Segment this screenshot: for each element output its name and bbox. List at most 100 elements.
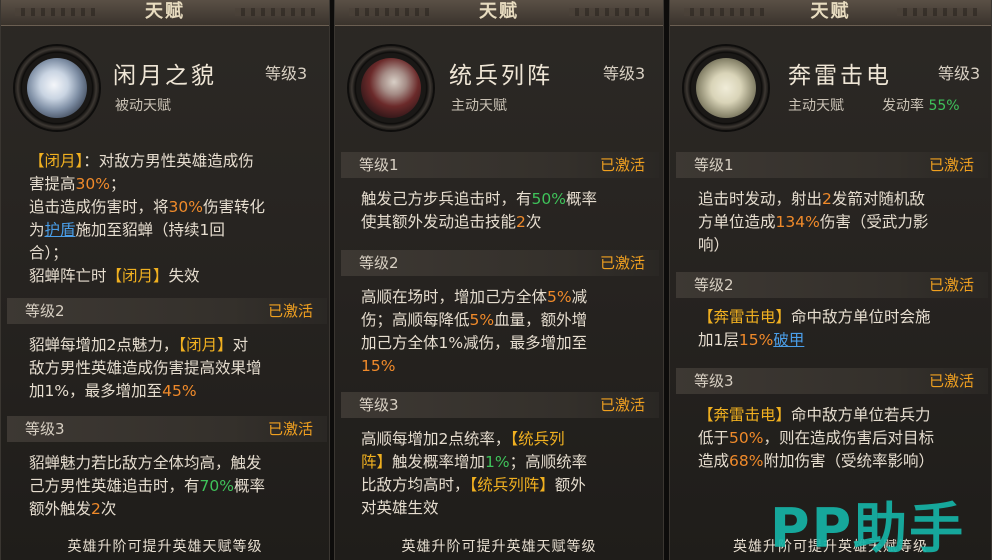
text-segment: 附加伤害（受统率影响） — [763, 452, 934, 470]
text-segment: 【奔雷击电】 — [698, 406, 792, 424]
level-1-description: 追击时发动，射出2发箭对随机敌 方单位造成134%伤害（受武力影 响） — [698, 188, 988, 257]
level-label: 等级2 — [694, 276, 734, 294]
text-segment: 加1%，最多增加至 — [29, 382, 163, 400]
level-3-description: 【奔雷击电】命中敌方单位若兵力 低于50%，则在造成伤害后对目标 造成68%附加伤害… — [698, 404, 988, 473]
text-line: 阵】触发概率增加1%；高顺统率 — [361, 451, 659, 474]
text-segment: 追击造成伤害时，将 — [29, 198, 169, 216]
skill-level: 等级3 — [603, 64, 646, 83]
text-segment: ；高顺统率 — [509, 453, 588, 471]
text-segment: 5% — [469, 311, 495, 329]
level-3-description: 貂蝉魅力若比敌方全体均高，触发 己方男性英雄追击时，有70%概率 额外触发2次 — [29, 452, 325, 521]
text-line: 加1%，最多增加至45% — [29, 380, 325, 403]
text-segment: 30% — [75, 175, 110, 193]
trigger-rate-label: 发动率 — [882, 98, 924, 114]
level-2-description: 高顺在场时，增加己方全体5%减 伤；高顺每降低5%血量，额外增 加己方全体1%减伤，… — [361, 286, 659, 378]
text-segment: 高顺在场时，增加己方全体 — [361, 288, 548, 306]
level-status: 已激活 — [599, 396, 645, 414]
text-segment: 次 — [100, 500, 117, 518]
level-label: 等级2 — [25, 302, 65, 320]
text-line: 高顺在场时，增加己方全体5%减 — [361, 286, 659, 309]
moon-icon — [27, 58, 87, 118]
level-label: 等级2 — [359, 254, 399, 272]
level-row-2: 等级2 已激活 — [7, 298, 327, 324]
text-segment: 伤；高顺每降低 — [361, 311, 470, 329]
text-segment: 响） — [698, 236, 730, 254]
text-segment: 15% — [361, 357, 396, 375]
level-label: 等级3 — [25, 420, 65, 438]
text-segment: 触发概率增加 — [392, 453, 486, 471]
moon-skill-icon — [15, 46, 99, 130]
text-segment: 68% — [729, 452, 764, 470]
panel-title-bar: 天赋 — [1, 0, 329, 26]
text-segment: 己方男性英雄追击时，有 — [29, 477, 200, 495]
skill-level: 等级3 — [938, 64, 981, 83]
text-segment: 貂蝉阵亡时 — [29, 267, 107, 285]
keyword-link[interactable]: 护盾 — [45, 221, 76, 239]
text-segment: 2 — [822, 190, 832, 208]
trigger-rate: 发动率 55% — [882, 95, 960, 115]
text-segment: 貂蝉魅力若比敌方全体均高，触发 — [29, 454, 262, 472]
level-label: 等级1 — [359, 156, 399, 174]
warrior-icon — [361, 58, 421, 118]
text-line: 合）； — [29, 242, 319, 265]
text-segment: 追击时发动，射出 — [698, 190, 823, 208]
text-segment: 【闭月】 — [178, 336, 233, 354]
level-row-2: 等级2 已激活 — [341, 250, 659, 276]
text-line: 高顺每增加2点统率，【统兵列 — [361, 428, 659, 451]
crossbow-icon — [696, 58, 756, 118]
skill-name: 奔雷击电 — [788, 63, 892, 89]
text-segment: 30% — [168, 198, 203, 216]
text-segment: 命中敌方单位时会施 — [791, 308, 931, 326]
talent-panel-2: 天赋 统兵列阵 等级3 主动天赋 等级1 已激活 触发己方步兵追击时，有50%概… — [334, 0, 664, 560]
text-segment: 5% — [547, 288, 572, 306]
text-segment: 伤害转化 — [202, 198, 265, 216]
text-segment: 次 — [525, 213, 542, 231]
text-segment: 命中敌方单位若兵力 — [791, 406, 931, 424]
skill-description: 【闭月】：对敌方男性英雄造成伤 害提高30%； 追击造成伤害时，将30%伤害转化 为护… — [29, 150, 319, 288]
skill-type: 被动天赋 — [115, 98, 171, 114]
level-2-description: 貂蝉每增加2点魅力，【闭月】对 敌方男性英雄造成伤害提高效果增 加1%，最多增加至4… — [29, 334, 325, 403]
skill-name: 闲月之貌 — [113, 63, 217, 89]
level-3-description: 高顺每增加2点统率，【统兵列 阵】触发概率增加1%；高顺统率 比敌方均高时，【统兵列… — [361, 428, 659, 520]
text-segment: 加1层 — [698, 331, 739, 349]
text-line: 【闭月】：对敌方男性英雄造成伤 — [29, 150, 319, 173]
text-line: 为护盾施加至貂蝉（持续1回 — [29, 219, 319, 242]
text-line: 低于50%，则在造成伤害后对目标 — [698, 427, 988, 450]
level-status: 已激活 — [928, 276, 974, 294]
panel-title-bar: 天赋 — [670, 0, 991, 26]
text-segment: 伤害（受武力影 — [819, 213, 929, 231]
text-line: 方单位造成134%伤害（受武力影 — [698, 211, 988, 234]
level-label: 等级3 — [359, 396, 399, 414]
level-status: 已激活 — [928, 156, 974, 174]
text-segment: 50% — [729, 429, 764, 447]
upgrade-hint: 英雄升阶可提升英雄天赋等级 — [67, 539, 263, 555]
text-segment: 【闭月】 — [29, 152, 84, 170]
level-2-description: 【奔雷击电】命中敌方单位时会施 加1层15%破甲 — [698, 306, 988, 352]
panel-title: 天赋 — [145, 1, 185, 22]
text-line: 伤；高顺每降低5%血量，额外增 — [361, 309, 659, 332]
level-1-description: 触发己方步兵追击时，有50%概率 使其额外发动追击技能2次 — [361, 188, 659, 234]
keyword-link[interactable]: 破甲 — [773, 331, 804, 349]
text-segment: 额外触发 — [29, 500, 92, 518]
text-segment: 貂蝉每增加2点魅力， — [29, 336, 179, 354]
text-line: 【奔雷击电】命中敌方单位时会施 — [698, 306, 988, 329]
text-segment: 2 — [516, 213, 526, 231]
text-segment: 施加至貂蝉（持续1回 — [75, 221, 225, 239]
level-row-3: 等级3 已激活 — [7, 416, 327, 442]
talent-panel-3: 天赋 奔雷击电 等级3 主动天赋 发动率 55% 等级1 已激活 追击时发动，射… — [669, 0, 992, 560]
text-segment: 血量，额外增 — [494, 311, 588, 329]
text-segment: 50% — [531, 190, 566, 208]
text-line: 敌方男性英雄造成伤害提高效果增 — [29, 357, 325, 380]
text-line: 害提高30%； — [29, 173, 319, 196]
level-row-1: 等级1 已激活 — [676, 152, 988, 178]
text-line: 触发己方步兵追击时，有50%概率 — [361, 188, 659, 211]
text-segment: ； — [109, 175, 126, 193]
skill-type: 主动天赋 — [788, 98, 844, 114]
text-line: 追击造成伤害时，将30%伤害转化 — [29, 196, 319, 219]
level-status: 已激活 — [599, 156, 645, 174]
panel-title: 天赋 — [479, 1, 519, 22]
panel-title-bar: 天赋 — [335, 0, 663, 26]
talent-panel-1: 天赋 闲月之貌 等级3 被动天赋 【闭月】：对敌方男性英雄造成伤 害提高30%；追… — [0, 0, 330, 560]
level-row-3: 等级3 已激活 — [341, 392, 659, 418]
level-label: 等级3 — [694, 372, 734, 390]
